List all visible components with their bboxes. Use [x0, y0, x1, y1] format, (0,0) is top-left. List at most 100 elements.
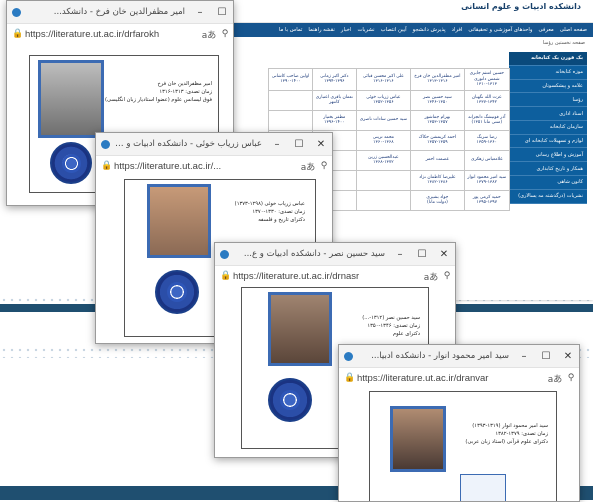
info-line: امیر مظفرالدین خان فرخ	[157, 81, 212, 87]
address-bar[interactable]: 🔒 https://literature.ut.ac.ir/dranvar aあ…	[339, 368, 579, 389]
maximize-icon[interactable]: ☐	[535, 351, 557, 362]
title-bar[interactable]: امیر مظفرالدین خان فرخ - دانشکد... – ☐	[7, 1, 233, 24]
window-title: سید امیر محمود انوار - دانشکده ادبیا...	[371, 351, 509, 361]
info-line: زمان تصدی: ۱۳۷۹-۱۳۸۲	[495, 431, 548, 438]
address-bar[interactable]: 🔒 https://literature.ut.ac.ir/drfarokh a…	[7, 24, 233, 45]
zoom-icon[interactable]: ⚲	[217, 29, 233, 39]
table-cell[interactable]: علیرضا کاظمان نژاد ۱۳۸۲-۱۳۸۶	[410, 169, 465, 191]
lock-icon[interactable]: 🔒	[219, 271, 233, 281]
info-line: فوق لیسانس علوم (عضوا استادیار زبان انگل…	[104, 97, 212, 104]
read-aloud-icon[interactable]: aあ	[423, 270, 439, 283]
profile-photo	[38, 60, 104, 138]
maximize-icon[interactable]: ☐	[411, 249, 433, 260]
table-cell[interactable]: علی اکبر محسن قبائی ۱۳۱۶-۱۳۱۶	[355, 68, 412, 91]
sidebar-item[interactable]: علامه و پیشکسوتان	[509, 80, 587, 94]
lock-icon[interactable]: 🔒	[100, 161, 114, 171]
url-field[interactable]: https://literature.ut.ac.ir/...	[114, 161, 300, 172]
table-cell[interactable]: مظفر بختیار ۱۳۹۶-۱۴۰۰	[312, 109, 357, 131]
minimize-icon[interactable]: –	[389, 249, 411, 260]
lock-icon[interactable]: 🔒	[11, 29, 25, 39]
sidebar-item[interactable]: آموزش و اطلاع رسانی	[509, 148, 587, 163]
zoom-icon[interactable]: ⚲	[316, 161, 332, 171]
minimize-icon[interactable]: –	[513, 351, 535, 362]
university-seal-icon	[268, 378, 312, 422]
sidebar-item[interactable]: بک فورن یک کتابخانه	[509, 52, 587, 66]
minimize-icon[interactable]: –	[266, 139, 288, 150]
zoom-icon[interactable]: ⚲	[563, 373, 579, 383]
table-cell[interactable]: سید امیر محمود انوار ۱۳۷۹-۱۳۸۲	[463, 169, 511, 191]
table-cell[interactable]: عبدالحسین زرین ۱۳۶۸-۱۳۷۲	[355, 149, 412, 171]
sidebar-item[interactable]: کانون شاهی	[509, 176, 587, 190]
nav-item[interactable]: افراد	[452, 27, 463, 33]
close-icon[interactable]: ✕	[310, 139, 332, 150]
table-cell[interactable]: بهرام جماشور ۱۳۵۳-۱۳۵۷	[410, 109, 465, 131]
nav-item[interactable]: تماس با ما	[279, 27, 303, 33]
table-cell[interactable]: دکتر اکبر زمانی ۱۳۹۴-۱۳۹۶	[312, 68, 357, 91]
table-cell[interactable]: غلامعباس زهکری	[463, 149, 511, 171]
nav-item[interactable]: معرفی	[538, 27, 553, 33]
nav-item[interactable]: پذیرش دانشجو	[413, 27, 446, 33]
profile-photo	[268, 292, 332, 366]
table-row: مظفر بختیار ۱۳۹۶-۱۴۰۰ سید حسین سادات ناصری…	[267, 109, 511, 131]
address-bar[interactable]: 🔒 https://literature.ut.ac.ir/drnasr aあ …	[215, 266, 455, 287]
table-cell[interactable]: امیر مظفرالدین خان فرخ ۱۳۱۳-۱۳۱۶	[410, 68, 465, 91]
maximize-icon[interactable]: ☐	[288, 139, 310, 150]
read-aloud-icon[interactable]: aあ	[547, 372, 563, 385]
close-icon[interactable]: ✕	[557, 351, 579, 362]
sidebar-item[interactable]: لوازم و تسهیلات کتابخانه ای	[509, 135, 587, 149]
table-cell[interactable]: محمد ترینی ۱۳۶۰-۱۳۶۸	[355, 129, 412, 151]
table-cell[interactable]: احمد کریمشن حکاک ۱۳۵۷-۱۳۵۹	[410, 129, 465, 151]
nav-item[interactable]: نقشه راهنما	[308, 27, 335, 33]
table-cell[interactable]: سید حسین سادات ناصری	[355, 109, 412, 131]
address-bar[interactable]: 🔒 https://literature.ut.ac.ir/... aあ ⚲	[96, 156, 332, 177]
sidebar-item[interactable]: موزه کتابخانه	[509, 66, 587, 80]
sidebar-item[interactable]: رؤسا	[509, 93, 587, 108]
table-cell[interactable]: عزت الله نگهبان ۱۳۳۷-۱۳۴۲	[463, 89, 511, 111]
sidebar-item[interactable]: همکار و تاریخ کتابداری	[509, 162, 587, 177]
window-title: سید حسین نصر - دانشکده ادبیات و ع...	[243, 249, 385, 259]
nav-item[interactable]: اخبار	[341, 27, 352, 33]
url-field[interactable]: https://literature.ut.ac.ir/dranvar	[357, 373, 547, 384]
nav-item[interactable]: واحدهای آموزشی و تحقیقاتی	[468, 27, 532, 33]
title-bar[interactable]: سید امیر محمود انوار - دانشکده ادبیا... …	[339, 345, 579, 368]
minimize-icon[interactable]: –	[189, 7, 211, 18]
sidebar-item[interactable]: نشریات (درگذشته مه یسالاری)	[509, 190, 587, 204]
table-cell[interactable]: حسین امتثم جابری شمس دانوری ۱۳۱۰-۱۳۱۳	[463, 68, 511, 91]
table-cell[interactable]: اولین صاحب کاشانی ۱۳۹۰-۱۴۰۰	[267, 68, 314, 91]
read-aloud-icon[interactable]: aあ	[201, 28, 217, 41]
table-cell	[267, 109, 314, 131]
lock-icon[interactable]: 🔒	[343, 373, 357, 383]
sidebar-item[interactable]: سازمان کتابخانه	[509, 121, 587, 135]
zoom-icon[interactable]: ⚲	[439, 271, 455, 281]
close-icon[interactable]: ✕	[433, 249, 455, 260]
sidebar-item[interactable]: اسناد اداری	[509, 107, 587, 121]
maximize-icon[interactable]: ☐	[211, 7, 233, 18]
url-field[interactable]: https://literature.ut.ac.ir/drnasr	[233, 271, 423, 282]
info-line: دکترای تاریخ و فلسفه	[258, 217, 305, 224]
nav-item[interactable]: آیین انتصاب	[381, 27, 407, 33]
table-cell[interactable]: حمید کرمی پور ۱۳۹۵-۱۳۹۷	[463, 189, 511, 211]
url-field[interactable]: https://literature.ut.ac.ir/drfarokh	[25, 29, 201, 40]
site-logo[interactable]: دانشکده ادبیات و علوم انسانی	[461, 2, 581, 11]
nav-item[interactable]: نشریات	[357, 27, 374, 33]
breadcrumb: صفحه نخستین رؤسا	[542, 40, 585, 46]
browser-icon	[344, 351, 353, 361]
title-bar[interactable]: عباس زریاب خوئی - دانشکده ادبیات و علوم.…	[96, 133, 332, 156]
table-cell[interactable]: آذر فوتیشگ دانجزانه (۱۳۵۱ منتی مانا)	[463, 109, 511, 131]
read-aloud-icon[interactable]: aあ	[300, 160, 316, 173]
table-cell	[355, 169, 412, 191]
table-cell[interactable]: عباس زریاب خوئی ۱۳۵۲-۱۳۵۶	[355, 89, 412, 111]
table-cell[interactable]: سید حسین نصر ۱۳۴۶-۱۳۵۰	[410, 89, 465, 111]
table-cell	[355, 189, 412, 211]
browser-icon	[220, 249, 229, 259]
window-title: امیر مظفرالدین خان فرخ - دانشکد...	[53, 7, 185, 17]
info-line: زمان تصدی: ۱۳۱۳-۱۳۱۶	[159, 89, 212, 96]
table-cell[interactable]: عصمت احمر	[410, 149, 465, 171]
popup-window-anvar[interactable]: سید امیر محمود انوار - دانشکده ادبیا... …	[338, 344, 580, 502]
table-cell[interactable]: رضا سرنگ ۱۳۵۹-۱۳۶۰	[463, 129, 511, 151]
table-cell[interactable]: نعمان باقری اعتباری کانتهر	[312, 89, 357, 111]
info-line: عباس زریاب خوئی (۱۲۹۸-۱۳۷۳)	[234, 201, 305, 207]
table-cell[interactable]: جواد بشیری (دولت مانا)	[410, 189, 465, 211]
title-bar[interactable]: سید حسین نصر - دانشکده ادبیات و ع... – ☐ ✕	[215, 243, 455, 266]
nav-item[interactable]: صفحه اصلی	[560, 27, 587, 33]
